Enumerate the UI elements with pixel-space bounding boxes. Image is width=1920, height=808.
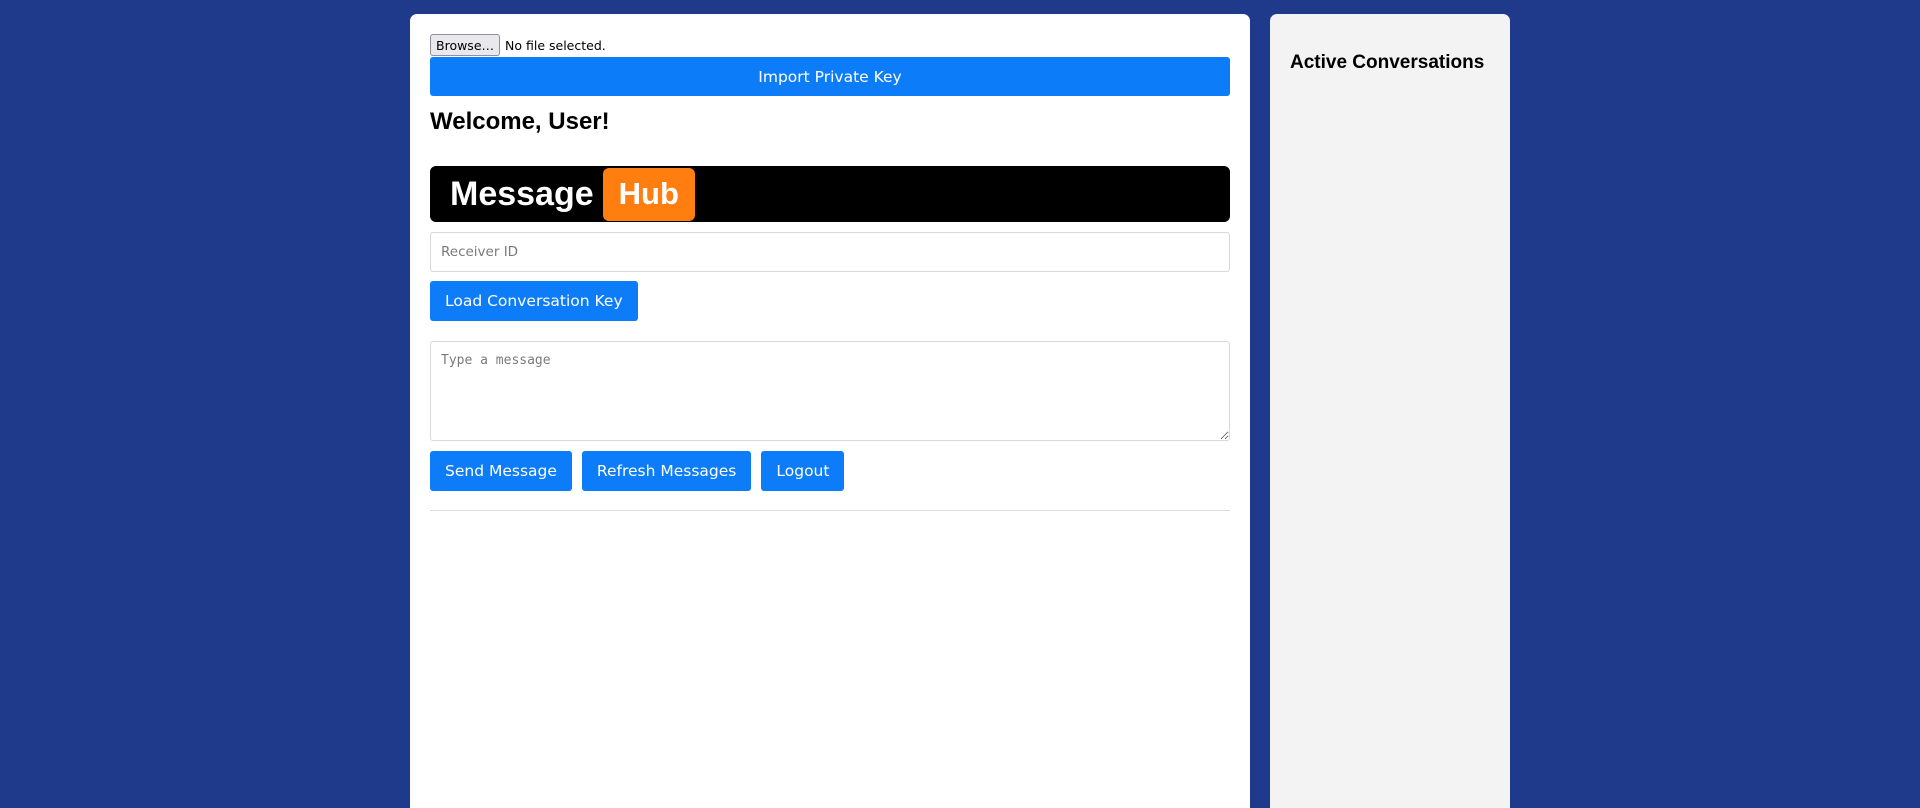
message-actions: Send Message Refresh Messages Logout bbox=[430, 451, 1230, 491]
receiver-id-input[interactable] bbox=[430, 232, 1230, 272]
welcome-heading: Welcome, User! bbox=[430, 108, 610, 135]
messages-divider bbox=[430, 510, 1230, 511]
message-textarea[interactable] bbox=[430, 341, 1230, 441]
active-conversations-title: Active Conversations bbox=[1290, 52, 1485, 73]
file-status-text: No file selected. bbox=[505, 37, 606, 53]
conversations-sidebar: Active Conversations bbox=[1270, 14, 1510, 808]
browse-button[interactable]: Browse… bbox=[430, 34, 501, 56]
brand-word-hub: Hub bbox=[602, 167, 695, 221]
logout-button[interactable]: Logout bbox=[761, 451, 845, 491]
brand-word-message: Message bbox=[450, 174, 594, 213]
brand-banner: Message Hub bbox=[430, 166, 1230, 222]
send-message-button[interactable]: Send Message bbox=[430, 451, 572, 491]
refresh-messages-button[interactable]: Refresh Messages bbox=[581, 451, 752, 491]
load-conversation-key-button[interactable]: Load Conversation Key bbox=[430, 281, 638, 321]
main-panel: Browse… No file selected. Import Private… bbox=[410, 14, 1250, 808]
file-picker: Browse… No file selected. bbox=[430, 34, 1230, 56]
import-private-key-button[interactable]: Import Private Key bbox=[430, 57, 1230, 96]
